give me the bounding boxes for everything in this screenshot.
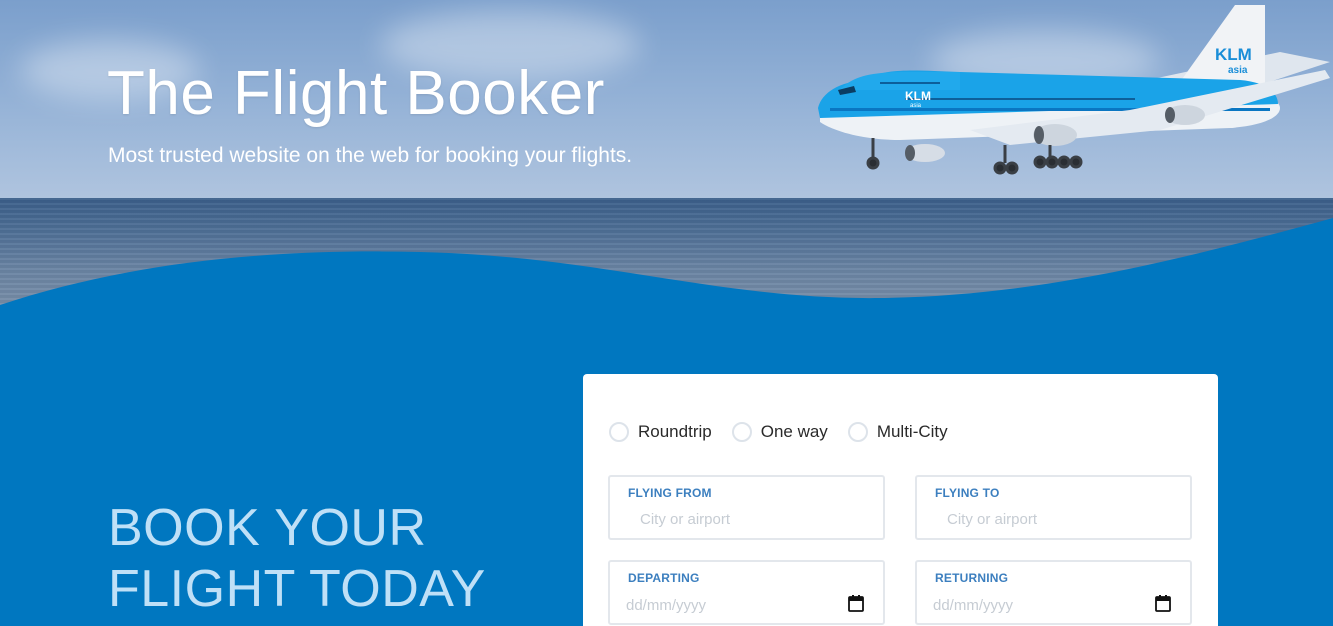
svg-text:asia: asia — [1228, 65, 1248, 76]
calendar-icon[interactable] — [1155, 595, 1171, 612]
departing-date-field[interactable]: DEPARTING dd/mm/yyyy — [608, 560, 885, 625]
page-title: The Flight Booker — [107, 59, 605, 128]
returning-label: RETURNING — [935, 571, 1009, 585]
hero-banner: KLM asia KLM asia The Flight Booker Most… — [0, 0, 1333, 320]
trip-option-multi-city[interactable]: Multi-City — [847, 422, 948, 442]
flying-from-input[interactable] — [628, 511, 863, 528]
flying-from-field[interactable]: FLYING FROM — [608, 475, 885, 540]
returning-date-input[interactable]: dd/mm/yyyy — [933, 597, 1013, 614]
trip-option-label: Multi-City — [876, 422, 948, 441]
calendar-icon[interactable] — [848, 595, 864, 612]
svg-text:KLM: KLM — [905, 89, 931, 103]
page-subtitle: Most trusted website on the web for book… — [108, 144, 633, 167]
multi-city-radio[interactable] — [847, 422, 868, 442]
flying-from-label: FLYING FROM — [628, 486, 712, 500]
svg-text:KLM: KLM — [1215, 45, 1252, 64]
trip-type-radio-group: Roundtrip One way Multi-City — [609, 422, 968, 442]
booking-heading-line1: BOOK YOUR — [108, 499, 427, 557]
flying-to-field[interactable]: FLYING TO — [915, 475, 1192, 540]
booking-heading-line2: FLIGHT TODAY — [108, 560, 486, 618]
svg-text:asia: asia — [910, 103, 922, 109]
departing-label: DEPARTING — [628, 571, 700, 585]
trip-option-one-way[interactable]: One way — [731, 422, 828, 442]
booking-form: Roundtrip One way Multi-City FLYING FROM… — [583, 374, 1218, 626]
flying-to-input[interactable] — [935, 511, 1170, 528]
trip-option-label: Roundtrip — [638, 422, 712, 441]
roundtrip-radio[interactable] — [609, 422, 629, 442]
returning-date-field[interactable]: RETURNING dd/mm/yyyy — [915, 560, 1192, 625]
airplane-image: KLM asia KLM asia — [818, 5, 1330, 175]
departing-date-input[interactable]: dd/mm/yyyy — [626, 597, 706, 614]
flying-to-label: FLYING TO — [935, 486, 1000, 500]
booking-heading: BOOK YOUR FLIGHT TODAY — [108, 498, 486, 620]
one-way-radio[interactable] — [731, 422, 752, 442]
trip-option-roundtrip[interactable]: Roundtrip — [609, 422, 712, 442]
trip-option-label: One way — [760, 422, 828, 441]
